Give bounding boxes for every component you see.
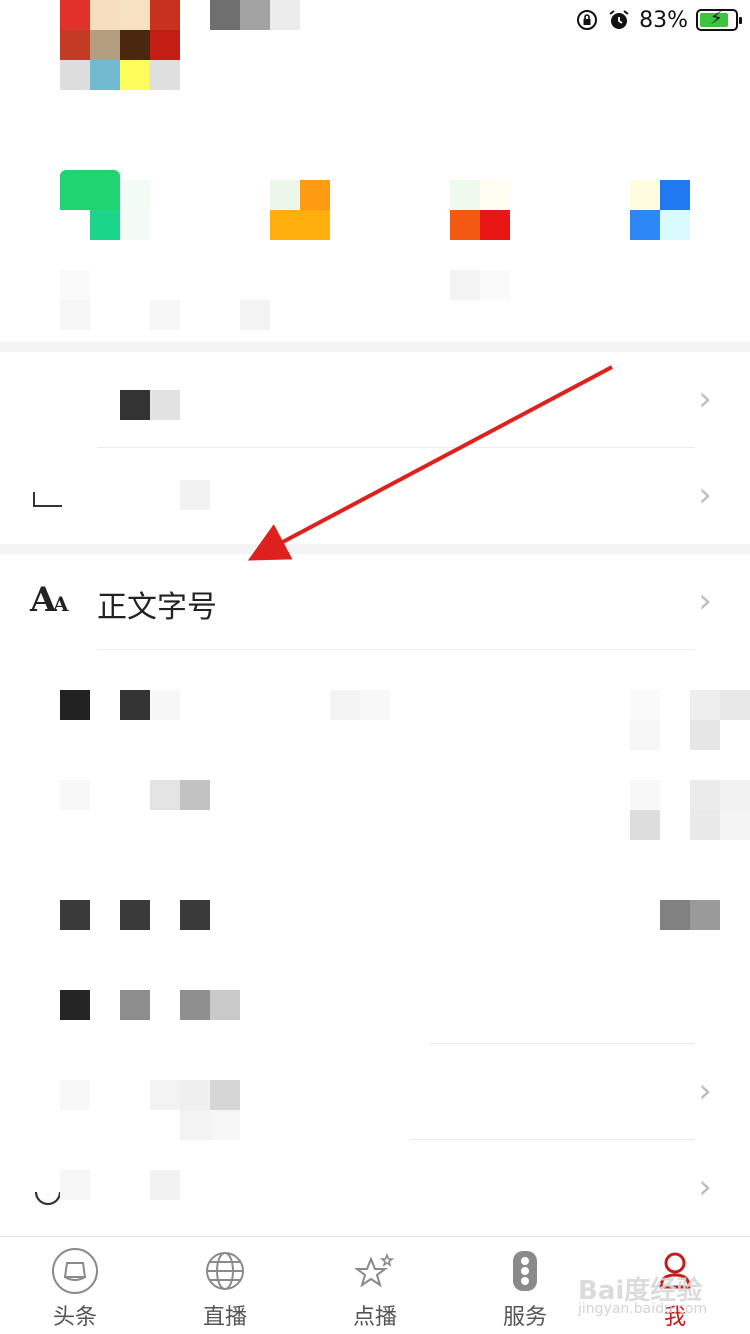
settings-row-5[interactable] xyxy=(0,870,750,966)
settings-row-3[interactable] xyxy=(0,650,750,750)
globe-icon xyxy=(206,1252,244,1290)
charging-bolt-icon: ⚡ xyxy=(710,8,723,29)
chevron-right-icon: › xyxy=(698,1167,712,1207)
row-icon xyxy=(33,492,62,507)
font-size-icon: A A xyxy=(30,580,69,620)
tab-label: 头条 xyxy=(52,1305,97,1330)
settings-row-6[interactable] xyxy=(0,960,750,1056)
row-icon xyxy=(34,1191,62,1206)
settings-row-8[interactable]: › xyxy=(0,1140,750,1236)
section-divider xyxy=(0,342,750,352)
orientation-lock-icon xyxy=(577,10,598,30)
tab-label: 直播 xyxy=(202,1305,247,1330)
quick-item-3[interactable] xyxy=(450,180,510,240)
quick-item-4[interactable] xyxy=(630,180,690,240)
tab-label: 点播 xyxy=(352,1305,397,1330)
settings-row-2[interactable]: › xyxy=(0,448,750,544)
battery-charging-icon: ⚡ xyxy=(696,8,742,31)
value-redacted xyxy=(660,900,720,930)
toggle-redacted[interactable] xyxy=(630,690,750,750)
settings-row-7[interactable]: › xyxy=(0,1044,750,1140)
battery-percent: 83% xyxy=(639,7,688,33)
quick-item-2[interactable] xyxy=(270,180,330,240)
chevron-right-icon: › xyxy=(698,475,712,515)
row-label-redacted xyxy=(120,390,180,420)
quick-item-1[interactable] xyxy=(60,170,150,240)
section-divider xyxy=(0,544,750,554)
row-label-redacted xyxy=(180,480,240,510)
tab-on-demand[interactable]: 点播 xyxy=(300,1237,450,1334)
tab-live[interactable]: 直播 xyxy=(150,1237,300,1334)
status-bar: 83% ⚡ xyxy=(0,0,750,90)
headlines-icon xyxy=(52,1248,98,1294)
alarm-icon xyxy=(609,10,629,29)
chevron-right-icon: › xyxy=(698,379,712,419)
chevron-right-icon: › xyxy=(698,1071,712,1111)
font-size-row[interactable]: A A 正文字号 › xyxy=(0,554,750,650)
traffic-light-icon xyxy=(513,1251,537,1291)
tab-headlines[interactable]: 头条 xyxy=(0,1237,150,1334)
watermark-url: jingyan.baidu.com xyxy=(578,1301,708,1317)
font-size-label: 正文字号 xyxy=(97,590,217,625)
toggle-redacted[interactable] xyxy=(630,780,750,840)
chevron-right-icon: › xyxy=(698,581,712,621)
stars-icon xyxy=(354,1252,395,1288)
settings-row-1[interactable]: › xyxy=(0,352,750,448)
profile-avatar[interactable] xyxy=(60,0,180,90)
status-indicators: 83% ⚡ xyxy=(575,4,742,36)
settings-row-4[interactable] xyxy=(0,750,750,850)
quick-labels-redacted xyxy=(60,270,560,330)
quick-access-row xyxy=(0,170,750,340)
username-redacted xyxy=(210,0,300,30)
